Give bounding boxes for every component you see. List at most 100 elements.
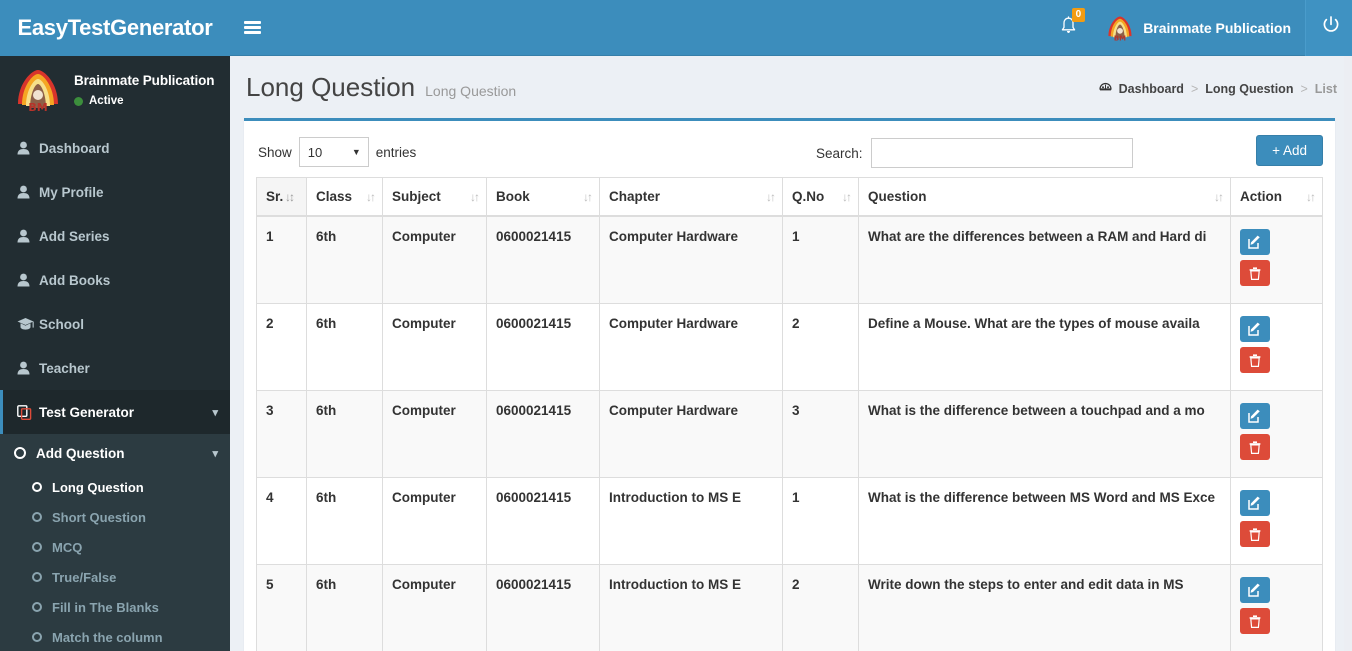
breadcrumb-separator: > xyxy=(1190,82,1199,96)
sort-icon: ↓↕ xyxy=(285,189,295,204)
breadcrumb-item-list: List xyxy=(1314,82,1337,96)
cell-chapter: Introduction to MS E xyxy=(599,477,783,565)
cell-sr: 3 xyxy=(256,390,307,478)
page-title: Long Question xyxy=(246,72,416,102)
sidebar-item-long-question[interactable]: Long Question xyxy=(0,472,230,502)
sidebar-item-label: Fill in The Blanks xyxy=(52,599,159,615)
search-input[interactable] xyxy=(870,138,1133,168)
cell-question: What is the difference between a touchpa… xyxy=(858,390,1231,478)
column-header-class[interactable]: Class ↓↑ xyxy=(306,177,383,217)
notifications-button[interactable]: 0 xyxy=(1045,0,1091,56)
column-header-sr[interactable]: Sr. ↓↕ xyxy=(256,177,307,217)
sidebar-item-label: Short Question xyxy=(52,509,146,525)
column-header-chapter[interactable]: Chapter ↓↑ xyxy=(599,177,783,217)
sort-icon: ↓↑ xyxy=(583,189,593,204)
sidebar-user-status-label: Active xyxy=(89,95,124,107)
cell-qno: 2 xyxy=(782,564,859,651)
delete-button[interactable] xyxy=(1240,347,1270,373)
edit-icon xyxy=(1248,235,1260,249)
sort-icon: ↓↑ xyxy=(766,189,776,204)
account-menu[interactable]: BM Brainmate Publication xyxy=(1091,0,1305,56)
sidebar-item-my-profile[interactable]: My Profile xyxy=(0,170,230,214)
edit-button[interactable] xyxy=(1240,577,1270,603)
sidebar-item-add-series[interactable]: Add Series xyxy=(0,214,230,258)
hamburger-icon[interactable] xyxy=(230,0,274,56)
sidebar-user-info: Brainmate Publication Active xyxy=(64,73,215,107)
circle-icon xyxy=(32,632,52,642)
cell-subject: Computer xyxy=(382,390,487,478)
column-header-question[interactable]: Question ↓↑ xyxy=(858,177,1231,217)
breadcrumb-item-dashboard[interactable]: Dashboard xyxy=(1119,82,1184,96)
search-control: Search: xyxy=(816,138,1133,168)
add-button[interactable]: + Add xyxy=(1256,135,1323,166)
sidebar-item-test-generator[interactable]: Test Generator ▾ xyxy=(0,390,230,434)
table-row[interactable]: 1 6th Computer 0600021415 Computer Hardw… xyxy=(256,215,1323,304)
topbar: 0 BM Brainmate Publication xyxy=(230,0,1352,56)
cell-sr: 2 xyxy=(256,303,307,391)
brainmate-logo-icon: BM xyxy=(12,64,64,116)
page-length-select[interactable]: 10 ▼ xyxy=(298,137,369,167)
trash-icon xyxy=(1249,527,1261,541)
cell-book: 0600021415 xyxy=(486,303,600,391)
table-row[interactable]: 2 6th Computer 0600021415 Computer Hardw… xyxy=(256,303,1323,391)
column-header-label: Q.No xyxy=(792,189,825,204)
table-row[interactable]: 4 6th Computer 0600021415 Introduction t… xyxy=(256,477,1323,565)
table-row[interactable]: 3 6th Computer 0600021415 Computer Hardw… xyxy=(256,390,1323,478)
cell-subject: Computer xyxy=(382,303,487,391)
copy-icon xyxy=(17,404,39,420)
user-icon xyxy=(17,185,39,199)
sidebar-item-fill-in-the-blanks[interactable]: Fill in The Blanks xyxy=(0,592,230,622)
delete-button[interactable] xyxy=(1240,521,1270,547)
cell-book: 0600021415 xyxy=(486,215,600,304)
table-row[interactable]: 5 6th Computer 0600021415 Introduction t… xyxy=(256,564,1323,651)
column-header-action[interactable]: Action ↓↑ xyxy=(1230,177,1323,217)
sidebar-item-teacher[interactable]: Teacher xyxy=(0,346,230,390)
column-header-label: Book xyxy=(496,189,530,204)
user-icon xyxy=(17,141,39,155)
dashboard-icon xyxy=(1099,82,1112,96)
show-label: Show xyxy=(258,144,292,160)
sidebar-item-short-question[interactable]: Short Question xyxy=(0,502,230,532)
circle-icon xyxy=(32,602,52,612)
circle-icon xyxy=(32,512,52,522)
sidebar-item-school[interactable]: School xyxy=(0,302,230,346)
status-dot-icon xyxy=(74,96,83,106)
sidebar-item-dashboard[interactable]: Dashboard xyxy=(0,126,230,170)
cell-sr: 4 xyxy=(256,477,307,565)
breadcrumb-item-long-question[interactable]: Long Question xyxy=(1205,82,1293,96)
column-header-label: Sr. xyxy=(266,189,284,204)
delete-button[interactable] xyxy=(1240,608,1270,634)
cell-book: 0600021415 xyxy=(486,477,600,565)
sidebar: EasyTestGenerator BM Brainmate Publicati… xyxy=(0,0,230,651)
sort-icon: ↓↑ xyxy=(1306,189,1316,204)
logout-button[interactable] xyxy=(1305,0,1352,56)
cell-qno: 2 xyxy=(782,303,859,391)
brand-logo[interactable]: EasyTestGenerator xyxy=(0,0,230,56)
cell-question: Write down the steps to enter and edit d… xyxy=(858,564,1231,651)
sidebar-item-mcq[interactable]: MCQ xyxy=(0,532,230,562)
graduation-cap-icon xyxy=(17,317,39,331)
sidebar-item-true-false[interactable]: True/False xyxy=(0,562,230,592)
delete-button[interactable] xyxy=(1240,260,1270,286)
edit-button[interactable] xyxy=(1240,490,1270,516)
sidebar-nav: Dashboard My Profile Add Series Add Book… xyxy=(0,126,230,434)
breadcrumb: Dashboard > Long Question > List xyxy=(1099,82,1337,96)
column-header-qno[interactable]: Q.No ↓↑ xyxy=(782,177,859,217)
edit-button[interactable] xyxy=(1240,316,1270,342)
page-subtitle: Long Question xyxy=(425,83,517,99)
edit-button[interactable] xyxy=(1240,229,1270,255)
edit-button[interactable] xyxy=(1240,403,1270,429)
cell-class: 6th xyxy=(306,390,383,478)
column-header-book[interactable]: Book ↓↑ xyxy=(486,177,600,217)
app-root: EasyTestGenerator BM Brainmate Publicati… xyxy=(0,0,1352,651)
sidebar-item-add-question[interactable]: Add Question ▾ xyxy=(0,434,230,472)
trash-icon xyxy=(1249,353,1261,367)
column-header-subject[interactable]: Subject ↓↑ xyxy=(382,177,487,217)
show-entries-control: Show 10 ▼ entries xyxy=(258,137,416,167)
delete-button[interactable] xyxy=(1240,434,1270,460)
user-icon xyxy=(17,361,39,375)
sidebar-item-label: True/False xyxy=(52,569,117,585)
sidebar-item-add-books[interactable]: Add Books xyxy=(0,258,230,302)
page-scrollbar[interactable] xyxy=(1344,56,1352,651)
sidebar-item-match-the-column[interactable]: Match the column xyxy=(0,622,230,651)
